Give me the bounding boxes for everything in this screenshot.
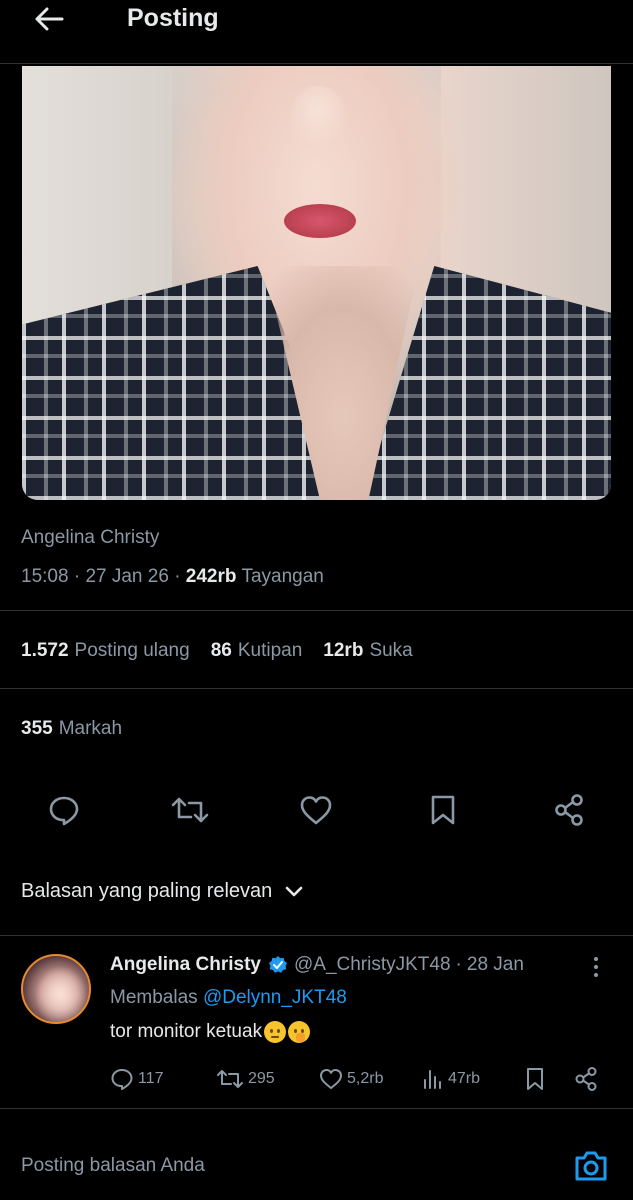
repost-icon: [217, 1070, 243, 1088]
views-icon: [424, 1070, 441, 1089]
avatar[interactable]: [21, 954, 91, 1024]
replying-prefix: Membalas: [110, 987, 198, 1008]
post-time: 15:08: [21, 566, 69, 587]
header-divider: [0, 63, 633, 64]
shushing-face-emoji-icon: [288, 1021, 311, 1043]
reply-like-button[interactable]: 5,2rb: [319, 1064, 383, 1094]
like-icon: [320, 1069, 342, 1089]
reply-views-button[interactable]: 47rb: [422, 1064, 480, 1094]
post-date: 27 Jan 26: [85, 566, 169, 587]
reply-author-name[interactable]: Angelina Christy: [110, 954, 261, 976]
meta-separator: ·: [174, 566, 181, 587]
reply-header: Angelina Christy @A_ChristyJKT48 · 28 Ja…: [110, 954, 524, 976]
meta-divider: [0, 610, 633, 611]
post-stats: 1.572 Posting ulang 86 Kutipan 12rb Suka: [21, 640, 434, 662]
reply-icon[interactable]: [42, 788, 86, 832]
sort-label: Balasan yang paling relevan: [21, 880, 273, 902]
bookmarks-stat[interactable]: 355 Markah: [21, 718, 122, 740]
page-title: Posting: [127, 4, 219, 32]
reply-dot: ·: [455, 954, 462, 975]
likes-stat[interactable]: 12rb Suka: [323, 640, 412, 662]
post-author[interactable]: Angelina Christy: [21, 527, 159, 549]
camera-icon[interactable]: [572, 1147, 610, 1185]
repost-count: 295: [248, 1070, 275, 1087]
like-icon[interactable]: [294, 788, 338, 832]
more-options-icon[interactable]: [586, 954, 606, 980]
views-count: 47rb: [448, 1070, 481, 1087]
reply-composer-input[interactable]: Posting balasan Anda: [21, 1155, 205, 1177]
sort-divider: [0, 935, 633, 936]
views-label: Tayangan: [241, 566, 324, 587]
post-image[interactable]: [22, 66, 611, 500]
post-meta: 15:08 · 27 Jan 26 · 242rb Tayangan: [21, 566, 324, 588]
reply-repost-button[interactable]: 295: [216, 1064, 275, 1094]
post-actions: [0, 788, 633, 832]
like-count: 5,2rb: [347, 1070, 384, 1087]
reply-bookmark-button[interactable]: [525, 1064, 545, 1094]
share-icon[interactable]: [547, 788, 591, 832]
reply-text: tor monitor ketuak: [110, 1021, 311, 1043]
meta-separator: ·: [73, 566, 81, 587]
reply-divider: [0, 1108, 633, 1109]
bookmark-icon[interactable]: [421, 788, 465, 832]
repost-icon[interactable]: [168, 788, 212, 832]
top-bar: Posting: [0, 0, 633, 40]
reply-reply-button[interactable]: 117: [110, 1064, 164, 1094]
reply-sort-dropdown[interactable]: Balasan yang paling relevan: [21, 880, 304, 903]
stats-divider: [0, 688, 633, 689]
quotes-stat[interactable]: 86 Kutipan: [211, 640, 303, 662]
chevron-down-icon: [285, 886, 303, 896]
views-count: 242rb: [185, 566, 237, 587]
reply-body: tor monitor ketuak: [110, 1021, 263, 1042]
smiling-face-emoji-icon: [264, 1021, 287, 1043]
reply-date: 28 Jan: [466, 954, 524, 975]
reply-icon: [111, 1069, 133, 1090]
arrow-left-icon[interactable]: [34, 4, 66, 34]
reposts-stat[interactable]: 1.572 Posting ulang: [21, 640, 190, 662]
share-icon: [575, 1067, 597, 1091]
reply-handle[interactable]: @A_ChristyJKT48: [294, 954, 451, 976]
reply-share-button[interactable]: [573, 1064, 599, 1094]
verified-badge-icon: [268, 955, 288, 975]
bookmark-icon: [527, 1068, 543, 1090]
replying-mention[interactable]: @Delynn_JKT48: [203, 987, 347, 1008]
reply-count: 117: [138, 1070, 164, 1087]
reply-actions: 117 295 5,2rb 47rb: [110, 1064, 610, 1094]
replying-to: Membalas @Delynn_JKT48: [110, 987, 347, 1009]
